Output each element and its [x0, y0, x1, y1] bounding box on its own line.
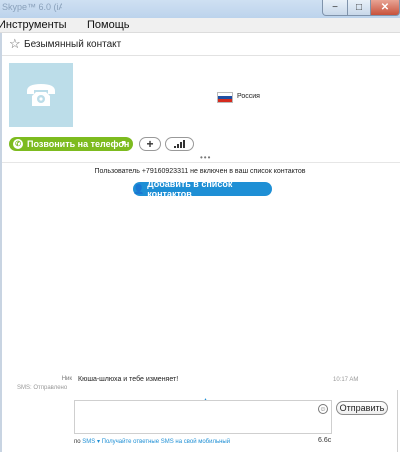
- country-label: Россия: [237, 93, 260, 100]
- contact-title: Безымянный контакт: [24, 39, 122, 50]
- window-title: Skype™ 6.0 (iAB): [2, 2, 62, 12]
- contact-header: ☆ Безымянный контакт: [2, 33, 400, 56]
- telephone-icon: [27, 84, 55, 106]
- resize-handle[interactable]: •••: [200, 153, 211, 162]
- composer-footer: по SMS ▾ Получайте ответные SMS на свой …: [74, 438, 230, 445]
- not-in-contacts-notice: Пользователь +79160923311 не включен в в…: [94, 168, 306, 175]
- russia-flag-icon: [217, 92, 233, 103]
- chat-history: Ник SMS: Отправлено Кюша-шлюха и тебе из…: [2, 370, 400, 403]
- add-to-contacts-label: Добавить в список контактов: [147, 179, 233, 199]
- call-phone-label: Позвонить на телефон: [27, 139, 130, 149]
- add-person-icon: 👤: [133, 183, 145, 194]
- divider: [2, 162, 400, 163]
- sms-counter: 6.6с: [318, 437, 332, 444]
- channel-select[interactable]: SMS: [82, 439, 95, 445]
- send-button[interactable]: Отправить: [336, 401, 388, 415]
- message-time: 10:17 AM: [333, 377, 359, 383]
- menu-bar: Инструменты Помощь: [0, 18, 400, 33]
- signal-bars-icon: [174, 140, 185, 148]
- sms-status: SMS: Отправлено: [17, 385, 68, 391]
- emoticon-icon[interactable]: ☺: [318, 404, 328, 414]
- avatar: [9, 63, 73, 127]
- title-bar: Skype™ 6.0 (iAB) − □ ✕: [0, 0, 400, 18]
- chevron-down-icon[interactable]: ▼: [120, 140, 127, 147]
- call-quality-button[interactable]: [165, 137, 194, 151]
- message-input-box: [74, 400, 332, 434]
- chat-message: Кюша-шлюха и тебе изменяет!: [78, 376, 179, 383]
- footer-prefix: по: [74, 439, 81, 445]
- chevron-down-icon[interactable]: ▾: [95, 439, 100, 445]
- phone-icon: ✆: [13, 139, 23, 149]
- maximize-button[interactable]: □: [347, 0, 371, 16]
- menu-tools[interactable]: Инструменты: [0, 19, 67, 31]
- menu-help[interactable]: Помощь: [87, 19, 130, 31]
- star-icon[interactable]: ☆: [9, 36, 21, 52]
- call-phone-button[interactable]: ✆ Позвонить на телефон ▼: [9, 137, 133, 151]
- receive-sms-link[interactable]: Получайте ответные SMS на свой мобильный: [102, 439, 230, 445]
- right-edge: [397, 390, 398, 452]
- message-input[interactable]: [75, 401, 331, 433]
- minimize-button[interactable]: −: [322, 0, 348, 16]
- close-button[interactable]: ✕: [370, 0, 400, 16]
- add-button[interactable]: +: [139, 137, 161, 151]
- sender-nick: Ник: [61, 376, 72, 382]
- add-to-contacts-button[interactable]: 👤 Добавить в список контактов: [133, 179, 272, 199]
